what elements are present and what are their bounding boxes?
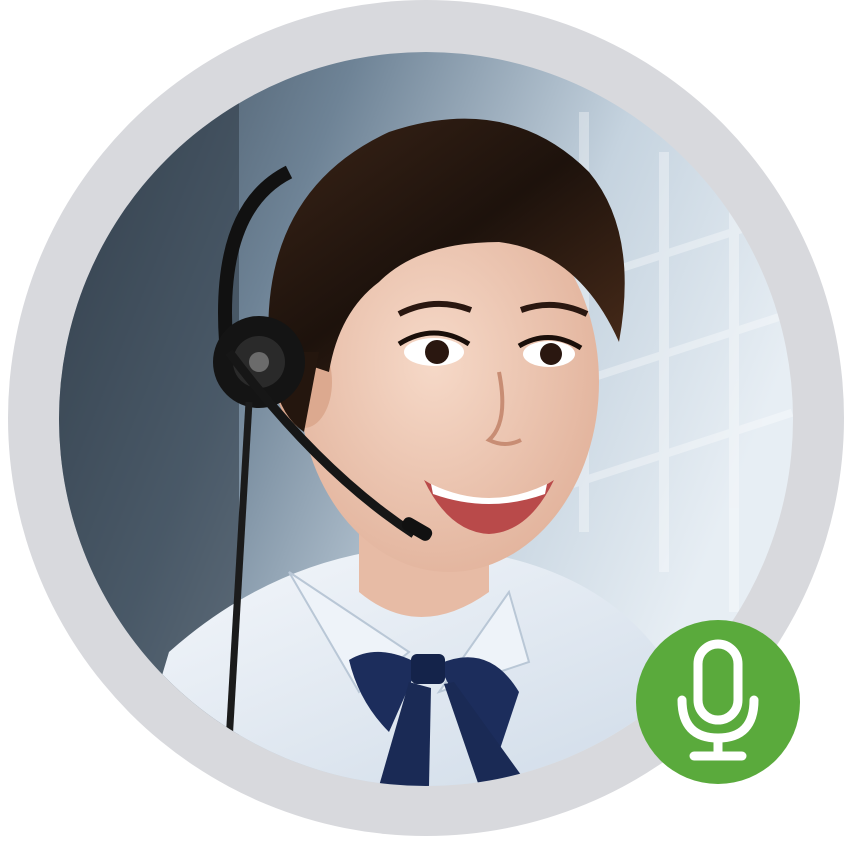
voice-call-button[interactable] — [636, 620, 800, 784]
microphone-icon — [677, 639, 759, 761]
voice-support-avatar — [0, 0, 852, 850]
